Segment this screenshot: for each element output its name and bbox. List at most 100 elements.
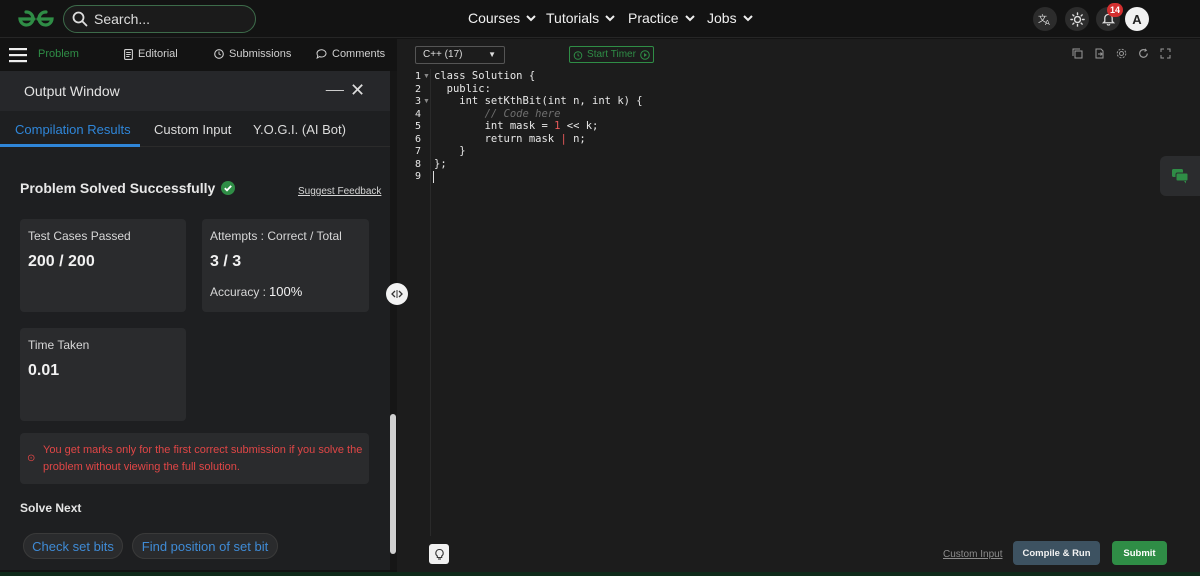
tab-compilation-results[interactable]: Compilation Results bbox=[15, 122, 131, 137]
code-comment: // Code here bbox=[434, 108, 561, 120]
active-tab-indicator bbox=[0, 144, 140, 147]
line-number: 9 bbox=[414, 171, 421, 182]
lightbulb-hint-icon[interactable] bbox=[429, 544, 449, 564]
code-editor[interactable]: class Solution { public: int setKthBit(i… bbox=[430, 69, 1200, 536]
chevron-down-icon bbox=[605, 15, 615, 22]
svg-text:A: A bbox=[1045, 19, 1050, 26]
language-select[interactable]: C++ (17) ▼ bbox=[415, 46, 505, 64]
nav-jobs[interactable]: Jobs bbox=[707, 10, 754, 26]
tab-comments[interactable]: Comments bbox=[316, 48, 385, 60]
code-token: int mask = bbox=[434, 120, 555, 132]
tab-problem-label: Problem bbox=[38, 48, 79, 60]
tab-problem[interactable]: Problem bbox=[38, 48, 79, 60]
solve-next-check-set-bits[interactable]: Check set bits bbox=[23, 533, 123, 559]
editor-footer: Custom Input Compile & Run Submit bbox=[397, 536, 1200, 576]
nav-jobs-label: Jobs bbox=[707, 10, 737, 26]
accuracy: Accuracy :100% bbox=[210, 284, 302, 299]
submit-button[interactable]: Submit bbox=[1112, 541, 1167, 565]
chevron-down-icon bbox=[684, 15, 695, 22]
nav-tutorials[interactable]: Tutorials bbox=[546, 10, 616, 26]
time-taken-card: Time Taken 0.01 bbox=[20, 328, 186, 421]
theme-toggle-sun-icon[interactable] bbox=[1065, 7, 1089, 31]
play-circle-icon bbox=[640, 49, 650, 60]
custom-input-link[interactable]: Custom Input bbox=[943, 549, 1002, 560]
attempts-value: 3 / 3 bbox=[210, 253, 242, 270]
close-icon[interactable]: ✕ bbox=[350, 81, 365, 99]
chat-bubble-button[interactable] bbox=[1160, 156, 1200, 196]
fullscreen-icon[interactable] bbox=[1159, 48, 1171, 60]
tab-submissions[interactable]: Submissions bbox=[214, 48, 291, 60]
code-token: return mask bbox=[434, 133, 561, 145]
search-input[interactable]: Search... bbox=[63, 5, 256, 33]
info-circle-icon: ⊙ bbox=[27, 453, 36, 464]
code-token: n; bbox=[566, 133, 586, 145]
chat-icon bbox=[1172, 169, 1189, 184]
tab-editorial-label: Editorial bbox=[138, 48, 178, 60]
code-line: int setKthBit(int n, int k) { bbox=[434, 95, 643, 107]
suggest-feedback-link[interactable]: Suggest Feedback bbox=[298, 186, 381, 197]
drag-arrows-icon bbox=[391, 290, 403, 298]
top-navbar: Search... Courses Tutorials Practice Job… bbox=[0, 0, 1200, 38]
output-tabs: Compilation Results Custom Input Y.O.G.I… bbox=[0, 111, 390, 147]
start-timer-button[interactable]: Start Timer bbox=[569, 46, 654, 63]
attempts-card: Attempts : Correct / Total 3 / 3 Accurac… bbox=[202, 219, 369, 312]
line-number: 4 bbox=[414, 109, 421, 120]
alarm-clock-icon bbox=[573, 50, 583, 60]
result-status: Problem Solved Successfully bbox=[20, 180, 236, 196]
solve-next-find-position-of-set-bit[interactable]: Find position of set bit bbox=[132, 533, 278, 559]
problem-tabs-bar: Problem Editorial Submissions Comments bbox=[0, 39, 397, 71]
code-line: } bbox=[434, 145, 466, 157]
hamburger-menu-icon[interactable] bbox=[9, 47, 27, 63]
compile-run-button[interactable]: Compile & Run bbox=[1013, 541, 1100, 565]
time-taken-label: Time Taken bbox=[28, 338, 90, 352]
solve-next-heading: Solve Next bbox=[20, 501, 82, 515]
check-circle-icon bbox=[221, 181, 236, 195]
minimize-icon[interactable]: __ bbox=[326, 75, 344, 93]
editor-toolbar: C++ (17) ▼ Start Timer bbox=[397, 39, 1200, 69]
nav-tutorials-label: Tutorials bbox=[546, 10, 600, 26]
document-icon bbox=[124, 48, 133, 60]
avatar[interactable]: A bbox=[1125, 7, 1149, 31]
line-number: 8 bbox=[414, 159, 421, 170]
line-number: 6 bbox=[414, 134, 421, 145]
reset-refresh-icon[interactable] bbox=[1137, 48, 1149, 60]
fold-arrow-icon[interactable]: ▼ bbox=[423, 98, 430, 105]
notification-count-badge: 14 bbox=[1107, 3, 1124, 17]
tab-yogi-ai-bot[interactable]: Y.O.G.I. (AI Bot) bbox=[253, 122, 346, 137]
result-status-text: Problem Solved Successfully bbox=[20, 180, 216, 196]
accuracy-value: 100% bbox=[269, 284, 303, 299]
output-window-header: Output Window __ ✕ bbox=[0, 71, 390, 111]
code-line: return mask | n; bbox=[434, 133, 586, 145]
code-line: class Solution { bbox=[434, 70, 536, 82]
caret-down-icon: ▼ bbox=[488, 50, 496, 59]
scrollbar-thumb[interactable] bbox=[390, 414, 396, 554]
resize-splitter-handle[interactable] bbox=[386, 283, 408, 305]
nav-courses[interactable]: Courses bbox=[468, 10, 537, 26]
code-line: }; bbox=[434, 158, 447, 170]
test-cases-card: Test Cases Passed 200 / 200 bbox=[20, 219, 186, 312]
nav-practice-label: Practice bbox=[628, 10, 679, 26]
nav-practice[interactable]: Practice bbox=[628, 10, 696, 26]
search-icon bbox=[72, 11, 88, 27]
translate-icon[interactable]: 文A bbox=[1033, 7, 1057, 31]
test-cases-label: Test Cases Passed bbox=[28, 229, 131, 243]
fold-arrow-icon[interactable]: ▼ bbox=[423, 73, 430, 80]
nav-courses-label: Courses bbox=[468, 10, 521, 26]
gfg-logo-icon[interactable] bbox=[14, 8, 58, 30]
bottom-status-strip bbox=[0, 572, 1200, 576]
tab-custom-input[interactable]: Custom Input bbox=[154, 122, 231, 137]
search-placeholder: Search... bbox=[94, 11, 151, 27]
copy-icon[interactable] bbox=[1071, 48, 1083, 60]
line-number: 5 bbox=[414, 121, 421, 132]
settings-gear-icon[interactable] bbox=[1115, 48, 1127, 60]
warning-notice: ⊙ You get marks only for the first corre… bbox=[20, 433, 369, 484]
chevron-down-icon bbox=[742, 15, 753, 22]
code-line: public: bbox=[434, 83, 491, 95]
code-token: << bbox=[560, 120, 586, 132]
accuracy-label: Accuracy : bbox=[210, 285, 267, 299]
line-number: 3 bbox=[414, 96, 421, 107]
output-window-title: Output Window bbox=[24, 83, 120, 99]
tab-editorial[interactable]: Editorial bbox=[124, 48, 178, 60]
code-line: int mask = 1 << k; bbox=[434, 120, 599, 132]
import-file-icon[interactable] bbox=[1093, 48, 1105, 60]
